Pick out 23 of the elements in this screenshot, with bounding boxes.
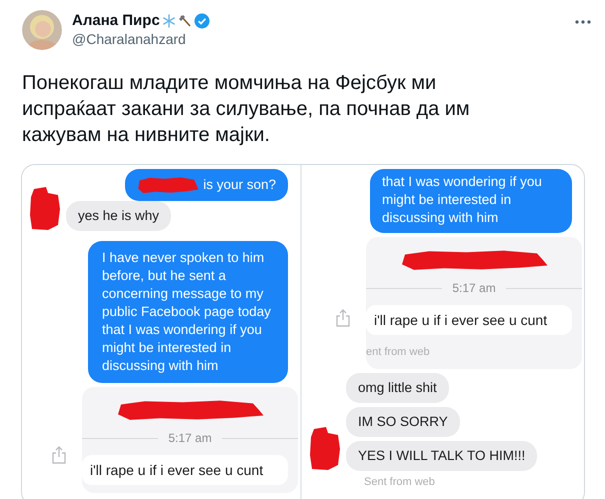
more-icon[interactable]	[575, 20, 591, 24]
sent-from-label: Sent from web	[364, 475, 436, 490]
profile-avatar	[22, 10, 62, 50]
message-time: 5:17 am	[452, 280, 496, 297]
message-bubble: is your son?	[125, 169, 288, 201]
message-bubble: I have never spoken to him before, but he sent a concerning message to my public Facebook page today that I was wondering if you might be interested in discussing with him	[88, 241, 288, 383]
axe-icon	[178, 14, 192, 28]
author-handle[interactable]: @Charalanahzard	[72, 31, 565, 47]
message-bubble: i'll rape u if i ever see u cunt	[366, 305, 572, 335]
author-name[interactable]: Алана Пирс	[72, 12, 160, 29]
snowflake-icon	[162, 14, 176, 28]
share-icon	[52, 446, 66, 464]
message-time: 5:17 am	[168, 430, 212, 447]
message-bubble: omg little shit	[346, 373, 449, 403]
message-bubble: yes he is why	[66, 201, 172, 231]
message-bubble: i'll rape u if i ever see u cunt	[82, 455, 288, 485]
message-bubble: YES I WILL TALK TO HIM!!!	[346, 441, 538, 471]
message-bubble: IM SO SORRY	[346, 407, 460, 437]
sent-from-label: ent from web	[366, 345, 431, 360]
tweet-image[interactable]	[21, 164, 585, 499]
message-bubble: that I was wondering if you might be interested in discussing with him	[370, 169, 572, 233]
share-icon	[336, 309, 350, 327]
tweet-text: Понекогаш младите момчиња на Фејсбук ми испраќаат закани за силување, па почнав да им кажувам на нивните мајки.	[22, 71, 471, 148]
